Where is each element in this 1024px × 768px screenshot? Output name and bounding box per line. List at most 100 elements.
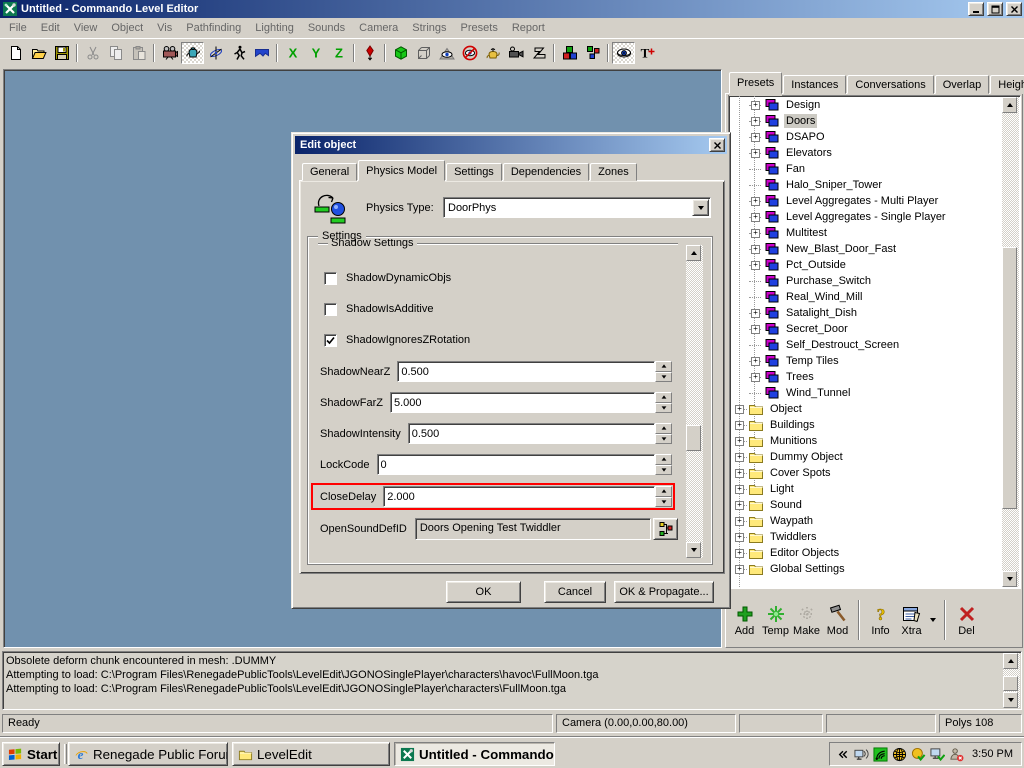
- tree-item-light[interactable]: +Light: [729, 481, 1003, 497]
- toolbar-paste-button[interactable]: [127, 42, 150, 64]
- toolbar-side-camera-button[interactable]: [504, 42, 527, 64]
- toolbar-teapot-button[interactable]: [181, 42, 204, 64]
- scroll-up-button[interactable]: [686, 245, 701, 261]
- tree-item-temp-tiles[interactable]: +Temp Tiles: [729, 353, 1003, 369]
- shadowintensity-input[interactable]: [408, 423, 655, 444]
- menu-sounds[interactable]: Sounds: [301, 20, 352, 36]
- maximize-button[interactable]: [987, 2, 1003, 16]
- menu-view[interactable]: View: [67, 20, 105, 36]
- info-preset-button[interactable]: ?Info: [865, 597, 896, 643]
- expand-plus-icon[interactable]: +: [751, 357, 760, 366]
- scrollbar-thumb[interactable]: [1002, 247, 1017, 509]
- scroll-up-button[interactable]: [1002, 97, 1017, 113]
- spin-up-button[interactable]: [655, 361, 672, 372]
- menu-pathfinding[interactable]: Pathfinding: [179, 20, 248, 36]
- add-preset-button[interactable]: Add: [729, 597, 760, 643]
- tab-instances[interactable]: Instances: [783, 75, 846, 94]
- menu-file[interactable]: File: [2, 20, 34, 36]
- tree-item-dummy-object[interactable]: +Dummy Object: [729, 449, 1003, 465]
- tree-item-elevators[interactable]: +Elevators: [729, 145, 1003, 161]
- menu-object[interactable]: Object: [104, 20, 150, 36]
- mod-preset-button[interactable]: Mod: [822, 597, 853, 643]
- toolbar-eye-triangle-button[interactable]: [435, 42, 458, 64]
- tray-globe-icon[interactable]: [892, 747, 907, 762]
- taskbar-task-leveledit[interactable]: LevelEdit: [232, 742, 390, 766]
- toolbar-copy-button[interactable]: [104, 42, 127, 64]
- spin-up-button[interactable]: [655, 486, 672, 497]
- spin-up-button[interactable]: [655, 454, 672, 465]
- menu-report[interactable]: Report: [505, 20, 552, 36]
- expand-plus-icon[interactable]: +: [735, 485, 744, 494]
- expand-plus-icon[interactable]: +: [735, 533, 744, 542]
- tree-item-sound[interactable]: +Sound: [729, 497, 1003, 513]
- toolbar-cut-button[interactable]: [81, 42, 104, 64]
- log-scrollbar[interactable]: [1003, 653, 1020, 708]
- spin-down-button[interactable]: [655, 372, 672, 383]
- dialog-tab-physics-model[interactable]: Physics Model: [358, 160, 445, 181]
- tree-item-secret-door[interactable]: +Secret_Door: [729, 321, 1003, 337]
- expand-plus-icon[interactable]: +: [751, 245, 760, 254]
- combobox-dropdown-button[interactable]: [692, 199, 709, 216]
- dialog-tab-dependencies[interactable]: Dependencies: [503, 163, 589, 181]
- tree-item-purchase-switch[interactable]: Purchase_Switch: [729, 273, 1003, 289]
- browse-sound-button[interactable]: [653, 518, 678, 540]
- toolbar-wireframe-cube-button[interactable]: [412, 42, 435, 64]
- expand-plus-icon[interactable]: +: [735, 549, 744, 558]
- tray-chevron-left-icon[interactable]: [835, 747, 850, 762]
- dialog-tab-general[interactable]: General: [302, 163, 357, 181]
- open-sound-def-field[interactable]: Doors Opening Test Twiddler: [415, 518, 651, 540]
- checkbox-checked[interactable]: [324, 334, 337, 347]
- menu-lighting[interactable]: Lighting: [248, 20, 301, 36]
- tree-item-level-aggregates-single-player[interactable]: +Level Aggregates - Single Player: [729, 209, 1003, 225]
- tree-item-munitions[interactable]: +Munitions: [729, 433, 1003, 449]
- toolbar-axis-y-button[interactable]: Y: [304, 42, 327, 64]
- expand-plus-icon[interactable]: +: [735, 453, 744, 462]
- closedelay-input[interactable]: [383, 486, 655, 507]
- expand-plus-icon[interactable]: +: [751, 101, 760, 110]
- tree-item-twiddlers[interactable]: +Twiddlers: [729, 529, 1003, 545]
- tree-item-dsapo[interactable]: +DSAPO: [729, 129, 1003, 145]
- xtra-dropdown-button[interactable]: [927, 597, 939, 643]
- taskbar-task-renegade-public-forums[interactable]: eRenegade Public Forums...: [68, 742, 228, 766]
- toolbar-axis-z-button[interactable]: Z: [327, 42, 350, 64]
- expand-plus-icon[interactable]: +: [735, 501, 744, 510]
- tree-item-object[interactable]: +Object: [729, 401, 1003, 417]
- toolbar-solid-cube-button[interactable]: [389, 42, 412, 64]
- toolbar-open-file-button[interactable]: [27, 42, 50, 64]
- ok-propagate-button[interactable]: OK & Propagate...: [614, 581, 714, 603]
- menu-presets[interactable]: Presets: [454, 20, 505, 36]
- tree-scrollbar[interactable]: [1002, 97, 1019, 587]
- lockcode-input[interactable]: [377, 454, 655, 475]
- ok-button[interactable]: OK: [446, 581, 521, 603]
- scroll-up-button[interactable]: [1003, 653, 1018, 669]
- tree-item-cover-spots[interactable]: +Cover Spots: [729, 465, 1003, 481]
- tree-item-trees[interactable]: +Trees: [729, 369, 1003, 385]
- toolbar-new-file-button[interactable]: [4, 42, 27, 64]
- spin-down-button[interactable]: [655, 497, 672, 508]
- tree-item-global-settings[interactable]: +Global Settings: [729, 561, 1003, 577]
- dialog-tab-settings[interactable]: Settings: [446, 163, 502, 181]
- tree-item-wind-tunnel[interactable]: Wind_Tunnel: [729, 385, 1003, 401]
- tree-item-waypath[interactable]: +Waypath: [729, 513, 1003, 529]
- tree-item-satalight-dish[interactable]: +Satalight_Dish: [729, 305, 1003, 321]
- start-button[interactable]: Start: [2, 742, 60, 766]
- expand-plus-icon[interactable]: +: [751, 133, 760, 142]
- toolbar-small-cubes-button[interactable]: [581, 42, 604, 64]
- tray-update-check-icon[interactable]: [911, 747, 926, 762]
- minimize-button[interactable]: [968, 2, 984, 16]
- toolbar-rgb-cubes-button[interactable]: [558, 42, 581, 64]
- expand-plus-icon[interactable]: +: [751, 229, 760, 238]
- toolbar-lamp-button[interactable]: [481, 42, 504, 64]
- toolbar-orbit-axis-button[interactable]: [204, 42, 227, 64]
- expand-plus-icon[interactable]: +: [735, 437, 744, 446]
- tree-item-pct-outside[interactable]: +Pct_Outside: [729, 257, 1003, 273]
- toolbar-terrain-flag-button[interactable]: [250, 42, 273, 64]
- cancel-button[interactable]: Cancel: [544, 581, 606, 603]
- toolbar-text-plus-button[interactable]: T: [635, 42, 658, 64]
- tree-item-multitest[interactable]: +Multitest: [729, 225, 1003, 241]
- expand-plus-icon[interactable]: +: [735, 565, 744, 574]
- menu-edit[interactable]: Edit: [34, 20, 67, 36]
- checkbox-unchecked[interactable]: [324, 303, 337, 316]
- expand-plus-icon[interactable]: +: [751, 149, 760, 158]
- menu-vis[interactable]: Vis: [150, 20, 179, 36]
